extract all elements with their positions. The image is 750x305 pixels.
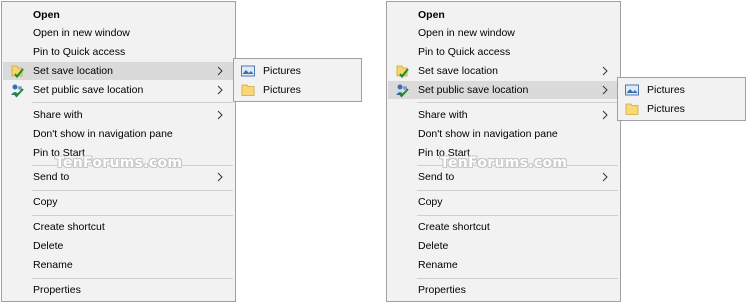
chevron-right-icon bbox=[602, 85, 608, 95]
menu-separator bbox=[32, 190, 233, 191]
menu-item-dont-show-nav-pane[interactable]: Don't show in navigation pane bbox=[3, 125, 234, 143]
watermark: TenForums.com bbox=[55, 155, 183, 171]
menu-separator bbox=[32, 215, 233, 216]
left-context-menu: Open Open in new window Pin to Quick acc… bbox=[1, 1, 236, 302]
menu-item-pin-quick-access[interactable]: Pin to Quick access bbox=[3, 43, 234, 61]
library-check-icon bbox=[394, 63, 410, 79]
chevron-right-icon bbox=[217, 66, 223, 76]
menu-item-open[interactable]: Open bbox=[3, 6, 234, 24]
right-context-menu: Open Open in new window Pin to Quick acc… bbox=[386, 1, 621, 302]
menu-item-open-new-window[interactable]: Open in new window bbox=[388, 24, 619, 42]
menu-item-create-shortcut[interactable]: Create shortcut bbox=[388, 218, 619, 236]
menu-item-delete[interactable]: Delete bbox=[3, 237, 234, 255]
menu-item-properties[interactable]: Properties bbox=[3, 281, 234, 299]
menu-item-rename[interactable]: Rename bbox=[388, 256, 619, 274]
chevron-right-icon bbox=[217, 85, 223, 95]
people-check-icon bbox=[394, 82, 410, 98]
menu-item-open[interactable]: Open bbox=[388, 6, 619, 24]
menu-item-pin-quick-access[interactable]: Pin to Quick access bbox=[388, 43, 619, 61]
watermark: TenForums.com bbox=[440, 155, 568, 171]
menu-separator bbox=[417, 102, 618, 103]
menu-item-rename[interactable]: Rename bbox=[3, 256, 234, 274]
chevron-right-icon bbox=[602, 66, 608, 76]
menu-item-set-public-save-location[interactable]: Set public save location bbox=[388, 81, 619, 99]
menu-item-share-with[interactable]: Share with bbox=[3, 106, 234, 124]
left-submenu: Pictures Pictures bbox=[233, 58, 362, 102]
submenu-item-pictures-library[interactable]: Pictures bbox=[619, 81, 744, 99]
menu-item-set-public-save-location[interactable]: Set public save location bbox=[3, 81, 234, 99]
chevron-right-icon bbox=[602, 110, 608, 120]
menu-item-delete[interactable]: Delete bbox=[388, 237, 619, 255]
menu-item-set-save-location[interactable]: Set save location bbox=[3, 62, 234, 80]
menu-separator bbox=[32, 102, 233, 103]
menu-separator bbox=[417, 215, 618, 216]
menu-item-copy[interactable]: Copy bbox=[388, 193, 619, 211]
menu-item-properties[interactable]: Properties bbox=[388, 281, 619, 299]
right-submenu: Pictures Pictures bbox=[617, 77, 746, 121]
menu-item-copy[interactable]: Copy bbox=[3, 193, 234, 211]
submenu-item-pictures-folder[interactable]: Pictures bbox=[619, 100, 744, 118]
menu-item-share-with[interactable]: Share with bbox=[388, 106, 619, 124]
chevron-right-icon bbox=[217, 110, 223, 120]
menu-item-set-save-location[interactable]: Set save location bbox=[388, 62, 619, 80]
menu-item-open-new-window[interactable]: Open in new window bbox=[3, 24, 234, 42]
menu-item-dont-show-nav-pane[interactable]: Don't show in navigation pane bbox=[388, 125, 619, 143]
pictures-library-icon bbox=[240, 63, 256, 79]
folder-icon bbox=[624, 101, 640, 117]
menu-separator bbox=[417, 190, 618, 191]
menu-item-create-shortcut[interactable]: Create shortcut bbox=[3, 218, 234, 236]
chevron-right-icon bbox=[602, 172, 608, 182]
submenu-item-pictures-library[interactable]: Pictures bbox=[235, 62, 360, 80]
people-check-icon bbox=[9, 82, 25, 98]
library-check-icon bbox=[9, 63, 25, 79]
menu-separator bbox=[417, 278, 618, 279]
chevron-right-icon bbox=[217, 172, 223, 182]
submenu-item-pictures-folder[interactable]: Pictures bbox=[235, 81, 360, 99]
pictures-library-icon bbox=[624, 82, 640, 98]
menu-separator bbox=[32, 278, 233, 279]
folder-icon bbox=[240, 82, 256, 98]
